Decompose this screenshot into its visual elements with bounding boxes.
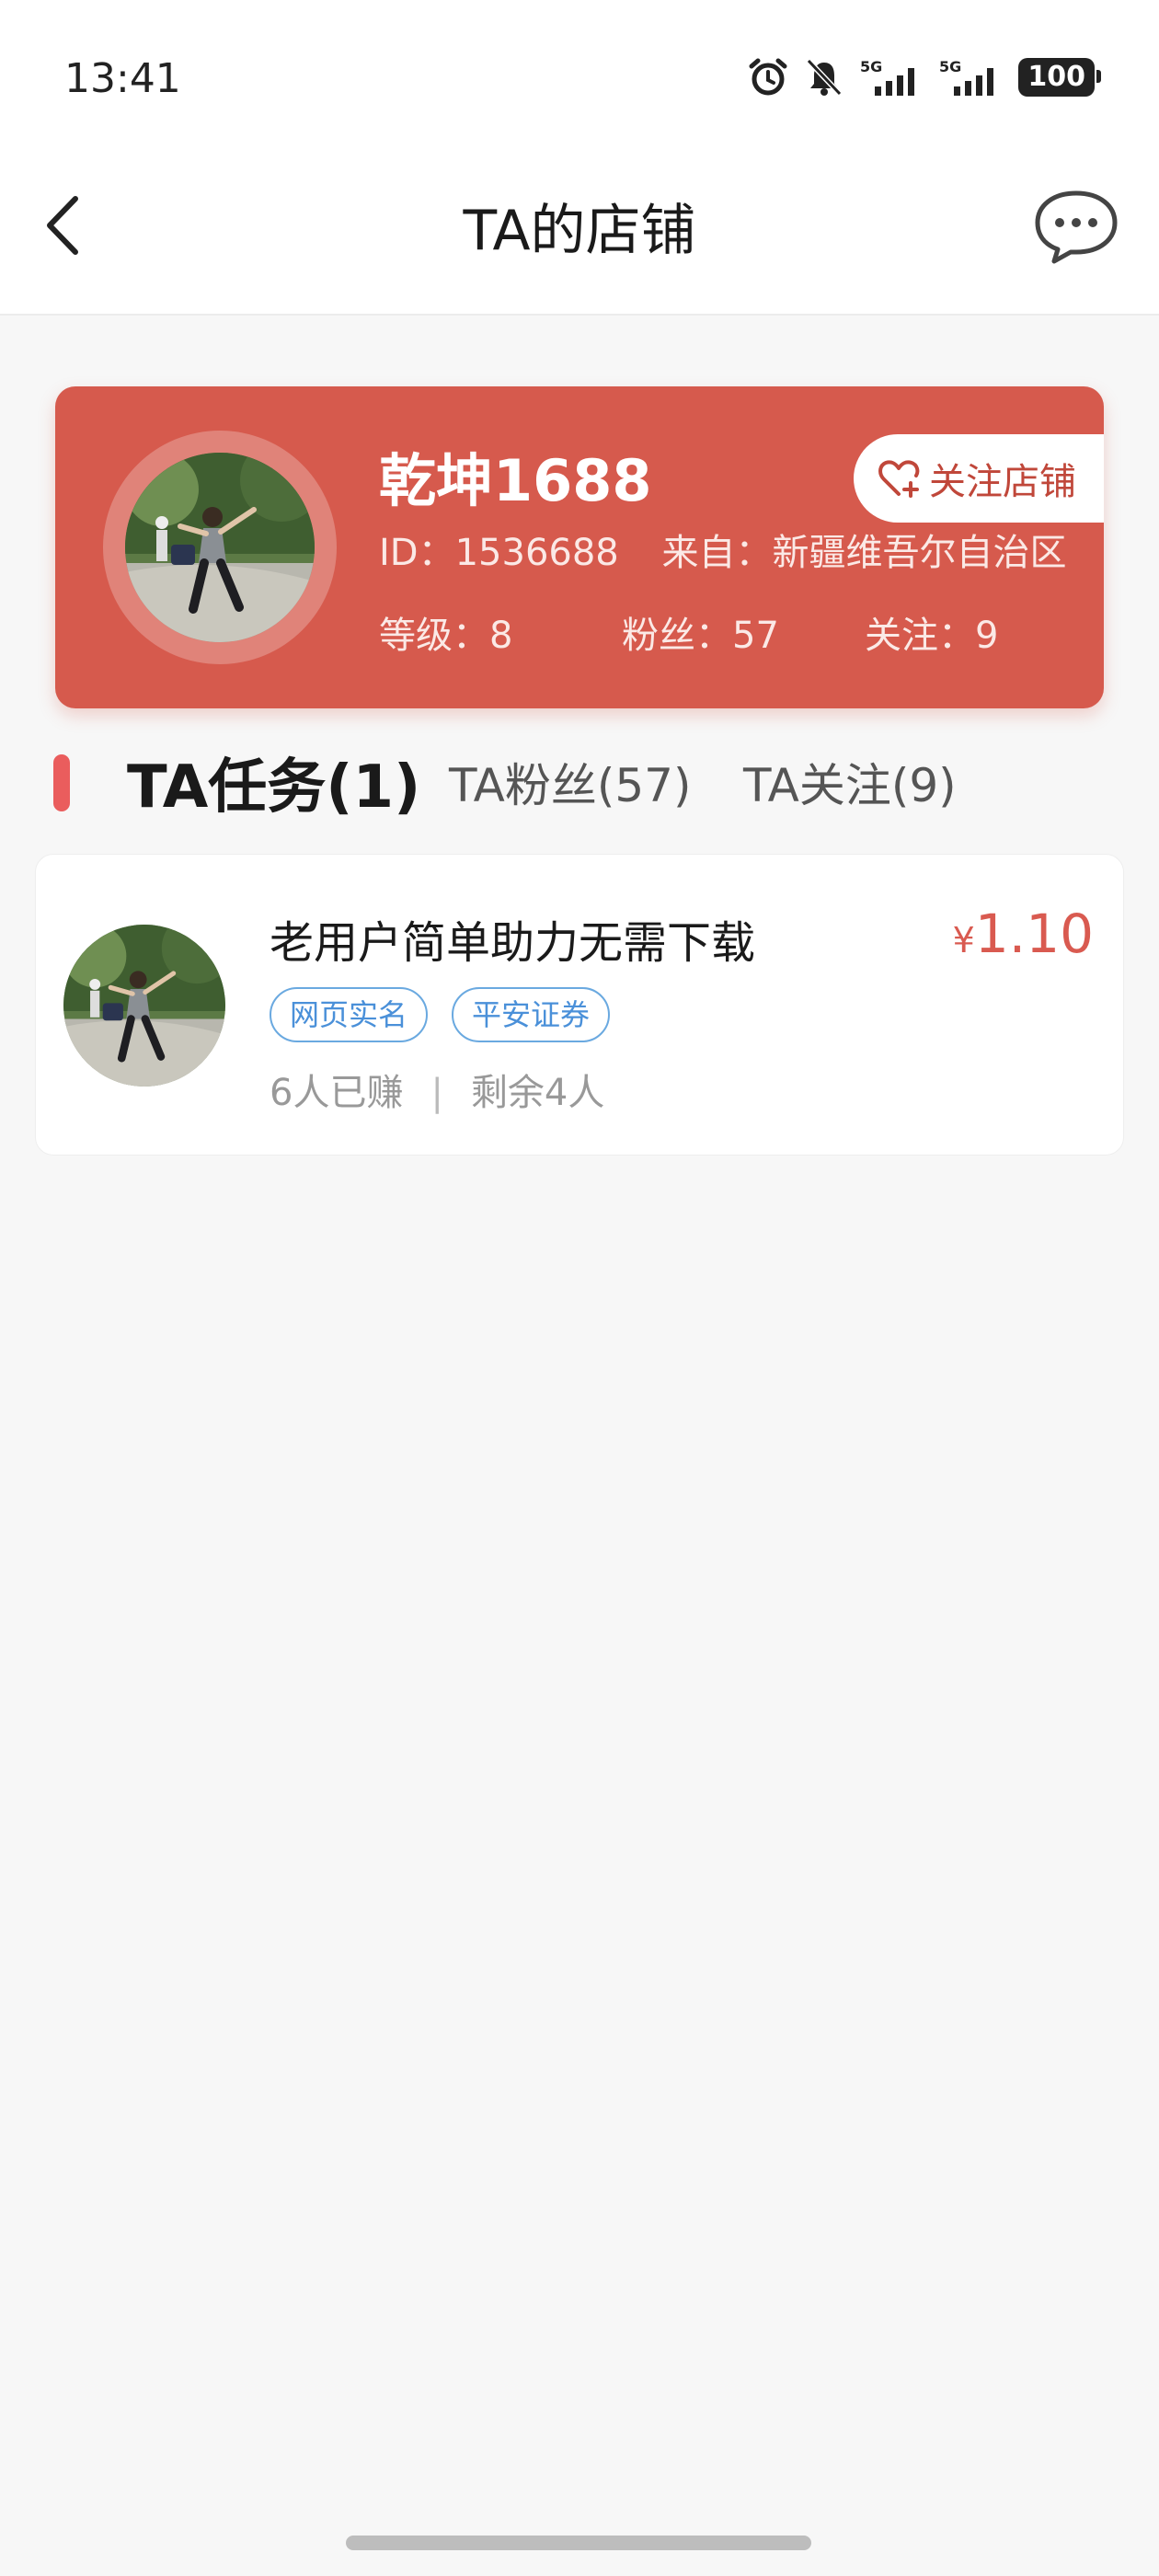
task-earned-count: 6人已赚	[270, 1072, 404, 1114]
chat-bubble-icon	[1035, 190, 1118, 264]
svg-text:5G: 5G	[860, 58, 882, 75]
task-stats-separator: |	[430, 1072, 443, 1114]
alarm-icon	[749, 58, 787, 96]
task-stats: 6人已赚 | 剩余4人	[270, 1063, 604, 1116]
task-title: 老用户简单助力无需下载	[270, 917, 756, 969]
heart-plus-icon	[878, 460, 920, 498]
home-indicator[interactable]	[346, 2536, 811, 2550]
message-button[interactable]	[1030, 188, 1122, 267]
task-price-amount: 1.10	[974, 903, 1094, 965]
shop-stats: 等级：8 粉丝：57 关注：9	[379, 605, 1104, 659]
page-title: TA的店铺	[463, 199, 696, 263]
shop-id: ID：1536688	[379, 532, 619, 574]
signal-5g-icon: 5G	[939, 58, 994, 96]
svg-text:5G: 5G	[939, 58, 961, 75]
tab-fans[interactable]: TA粉丝(57)	[449, 749, 692, 815]
battery-indicator: 100	[1018, 58, 1101, 97]
shop-location: 来自：新疆维吾尔自治区	[661, 532, 1067, 574]
task-tags: 网页实名 平安证券	[270, 987, 611, 1042]
shop-info-card: 乾坤1688 ID：1536688 来自：新疆维吾尔自治区 等级：8 粉丝：57…	[55, 386, 1104, 708]
task-remaining-count: 剩余4人	[470, 1072, 605, 1114]
shop-avatar-ring	[103, 431, 337, 664]
shop-level: 等级：8	[379, 615, 513, 657]
follow-shop-label: 关注店铺	[929, 461, 1076, 503]
shop-follows-count: 关注：9	[865, 615, 999, 657]
tab-tasks[interactable]: TA任务(1)	[127, 740, 420, 824]
task-tag: 网页实名	[270, 987, 429, 1042]
task-price: ¥1.10	[953, 903, 1094, 965]
task-avatar	[63, 925, 225, 1087]
tab-bar: TA任务(1) TA粉丝(57) TA关注(9)	[0, 745, 1159, 828]
shop-fans-count: 粉丝：57	[622, 615, 779, 657]
active-tab-indicator	[53, 754, 70, 811]
task-price-currency: ¥	[952, 920, 975, 960]
status-icons: 5G 5G 100	[748, 57, 1101, 98]
tab-following[interactable]: TA关注(9)	[743, 749, 957, 815]
shop-avatar	[125, 453, 315, 642]
bell-muted-icon	[807, 58, 843, 97]
status-time: 13:41	[64, 55, 181, 102]
shop-meta: ID：1536688 来自：新疆维吾尔自治区	[379, 523, 1097, 576]
shop-name: 乾坤1688	[379, 447, 652, 514]
signal-5g-icon: 5G	[860, 58, 915, 96]
nav-bar: TA的店铺	[0, 147, 1159, 316]
follow-shop-button[interactable]: 关注店铺	[854, 434, 1104, 523]
status-bar: 13:41 5G 5G 100	[0, 0, 1159, 147]
task-list-item[interactable]: 老用户简单助力无需下载 网页实名 平安证券 6人已赚 | 剩余4人 ¥1.10	[35, 854, 1124, 1156]
task-tag: 平安证券	[452, 987, 611, 1042]
